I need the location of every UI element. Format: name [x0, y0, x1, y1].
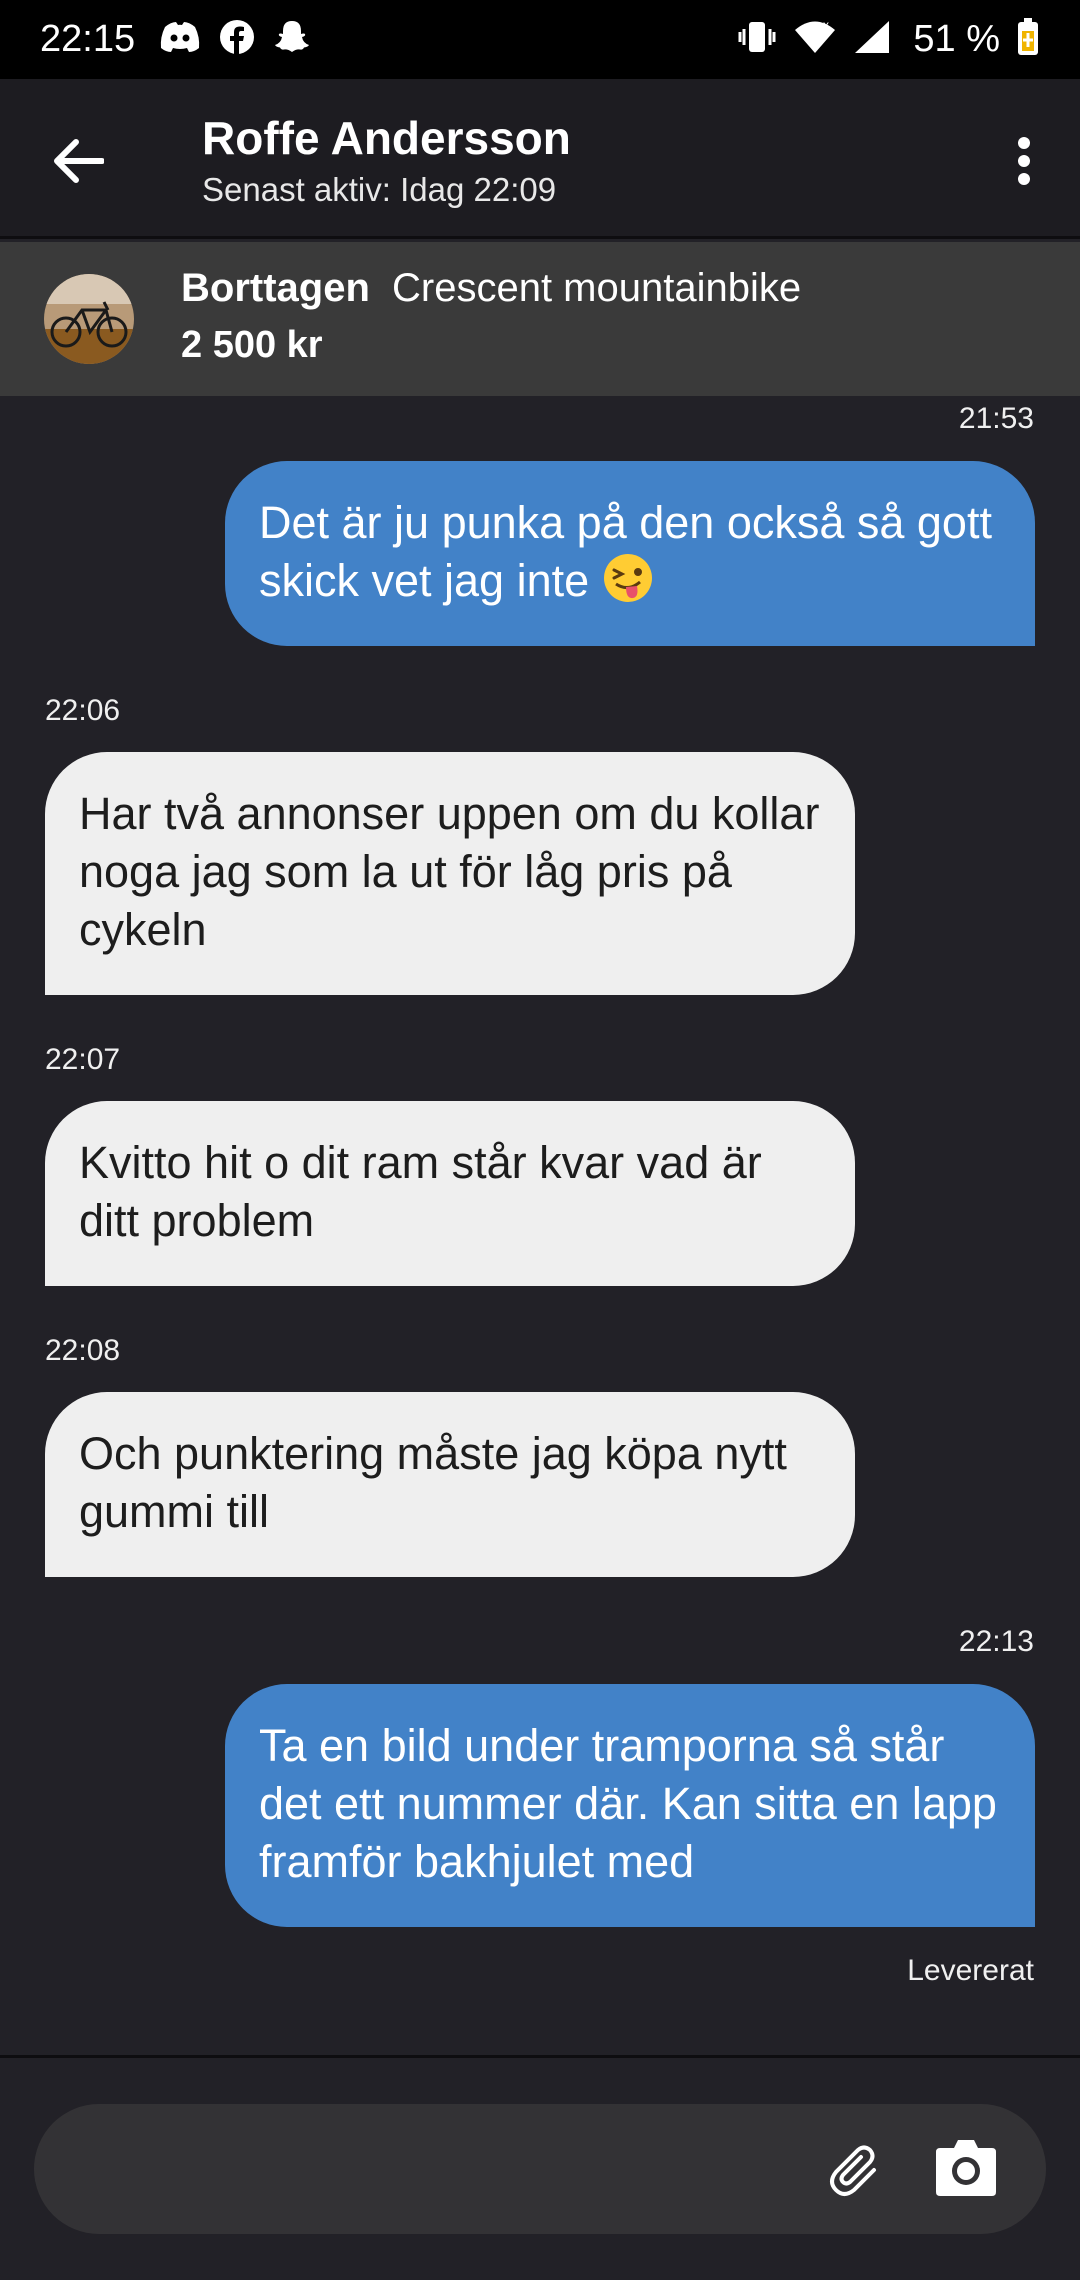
- battery-percent: 51 %: [913, 18, 1000, 60]
- more-options-button[interactable]: [1004, 131, 1044, 191]
- svg-text:x: x: [823, 19, 829, 32]
- composer-bar: [0, 2055, 1080, 2280]
- message-text: Har två annonser uppen om du kollar noga…: [79, 788, 820, 955]
- back-button[interactable]: [48, 131, 108, 191]
- message-bubble-outgoing[interactable]: Det är ju punka på den också så gott ski…: [225, 461, 1035, 646]
- attach-button[interactable]: [824, 2140, 884, 2200]
- message-text: Och punktering måste jag köpa nytt gummi…: [79, 1428, 787, 1537]
- battery-icon: [1016, 17, 1040, 62]
- last-active: Senast aktiv: Idag 22:09: [202, 171, 557, 208]
- status-time: 22:15: [40, 18, 136, 60]
- message-timestamp: 22:08: [45, 1334, 121, 1367]
- camera-icon: [936, 2140, 996, 2196]
- message-timestamp: 22:13: [958, 1625, 1034, 1658]
- listing-status: Borttagen: [181, 266, 370, 310]
- app-bar: Roffe Andersson Senast aktiv: Idag 22:09: [0, 79, 1080, 239]
- bike-image: [44, 274, 134, 364]
- vibrate-icon: [737, 19, 777, 60]
- facebook-icon: [219, 19, 255, 60]
- listing-title: Crescent mountainbike: [392, 266, 802, 310]
- chat-screen: 22:15 x 51 % Roffe Andersson Senast akti…: [0, 0, 1080, 2280]
- message-timestamp: 21:53: [958, 402, 1034, 435]
- paperclip-icon: [830, 2145, 876, 2196]
- listing-thumbnail: [44, 274, 134, 364]
- message-timestamp: 22:06: [45, 694, 121, 727]
- message-bubble-incoming[interactable]: Har två annonser uppen om du kollar noga…: [45, 752, 855, 995]
- status-bar: 22:15 x 51 %: [0, 0, 1080, 79]
- message-input[interactable]: [34, 2104, 1046, 2234]
- arrow-back-icon: [54, 139, 104, 183]
- signal-icon: [853, 19, 891, 60]
- message-text: Ta en bild under tramporna så står det e…: [259, 1720, 997, 1887]
- delivery-status: Levererat: [907, 1954, 1034, 1987]
- contact-name[interactable]: Roffe Andersson: [202, 111, 571, 165]
- winking-face-with-tongue-icon: [603, 554, 652, 602]
- listing-price: 2 500 kr: [181, 324, 323, 366]
- listing-banner[interactable]: Borttagen Crescent mountainbike 2 500 kr: [0, 242, 1080, 396]
- wifi-icon: x: [793, 18, 837, 60]
- message-text: Kvitto hit o dit ram står kvar vad är di…: [79, 1137, 762, 1246]
- discord-icon: [159, 19, 201, 60]
- snapchat-icon: [273, 19, 311, 60]
- more-vert-icon: [1018, 137, 1030, 185]
- message-bubble-incoming[interactable]: Kvitto hit o dit ram står kvar vad är di…: [45, 1101, 855, 1286]
- camera-button[interactable]: [934, 2138, 998, 2200]
- message-timestamp: 22:07: [45, 1043, 121, 1076]
- message-bubble-incoming[interactable]: Och punktering måste jag köpa nytt gummi…: [45, 1392, 855, 1577]
- message-bubble-outgoing[interactable]: Ta en bild under tramporna så står det e…: [225, 1684, 1035, 1927]
